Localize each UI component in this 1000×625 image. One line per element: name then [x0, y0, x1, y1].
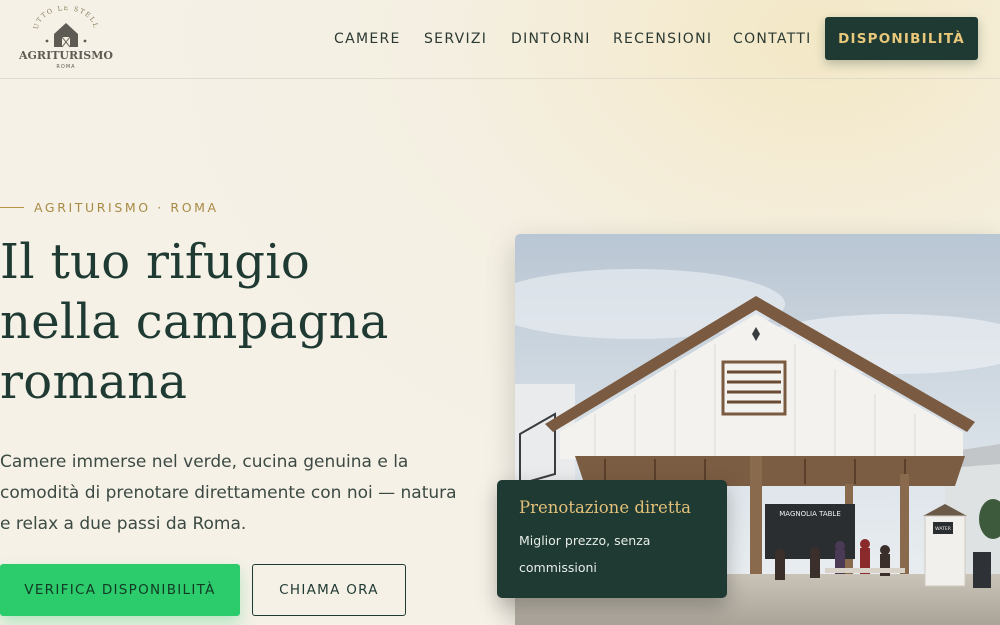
direct-booking-text: Miglior prezzo, senza commissioni — [519, 533, 651, 575]
brand-logo[interactable]: TUTTO LE STELLE AGRITURISMO ROMA — [15, 0, 114, 72]
call-now-button[interactable]: CHIAMA ORA — [252, 564, 406, 616]
direct-booking-title: Prenotazione diretta — [519, 498, 691, 517]
photo-sign-water: WATER — [935, 526, 951, 532]
nav-item-servizi[interactable]: SERVIZI — [424, 31, 487, 47]
svg-text:TUTTO LE STELLE: TUTTO LE STELLE — [18, 6, 100, 30]
nav-item-camere[interactable]: CAMERE — [334, 31, 401, 47]
nav-item-recensioni[interactable]: RECENSIONI — [613, 31, 712, 47]
nav-item-dintorni[interactable]: DINTORNI — [511, 31, 591, 47]
logo-name: AGRITURISMO — [18, 49, 113, 62]
hero-title-line-2: nella campagna — [0, 294, 389, 350]
logo-mark: TUTTO LE STELLE AGRITURISMO ROMA — [15, 0, 114, 70]
direct-booking-card: Prenotazione diretta Miglior prezzo, sen… — [497, 480, 727, 598]
barn-icon — [45, 23, 87, 48]
hero-title-line-3: romana — [0, 354, 188, 410]
hero-title-line-1: Il tuo rifugio — [0, 234, 311, 290]
site-header: TUTTO LE STELLE AGRITURISMO ROMA CAMERE … — [0, 0, 1000, 79]
hero-subtitle: Camere immerse nel verde, cucina genuina… — [0, 452, 457, 534]
nav-item-contatti[interactable]: CONTATTI — [733, 31, 812, 47]
logo-city: ROMA — [56, 64, 75, 70]
check-availability-button[interactable]: VERIFICA DISPONIBILITÀ — [0, 564, 240, 616]
logo-arc-text: TUTTO LE STELLE — [15, 0, 99, 30]
eyebrow-divider — [0, 207, 24, 208]
availability-button[interactable]: DISPONIBILITÀ — [825, 17, 978, 60]
hero-title: Il tuo rifugio nella campagna romana — [0, 232, 500, 412]
photo-sign-magnolia: MAGNOLIA TABLE — [779, 510, 841, 518]
hero-eyebrow: AGRITURISMO · ROMA — [34, 200, 219, 215]
